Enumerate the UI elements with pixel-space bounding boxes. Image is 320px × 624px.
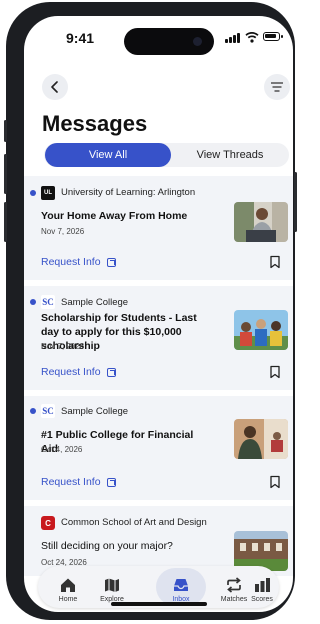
status-bar: 9:41 xyxy=(24,16,293,60)
side-button xyxy=(4,120,7,142)
wifi-icon xyxy=(245,32,259,43)
screen: 9:41 Messages View All View Threads UL U… xyxy=(24,16,293,612)
sender-logo: SC xyxy=(41,295,55,309)
menu-lines-icon xyxy=(271,82,283,92)
unread-dot xyxy=(30,190,36,196)
tab-label: Home xyxy=(58,596,78,603)
dynamic-island xyxy=(124,28,214,55)
chevron-left-icon xyxy=(51,81,58,93)
request-info-label: Request Info xyxy=(41,256,101,268)
phone-frame: 9:41 Messages View All View Threads UL U… xyxy=(4,2,297,620)
external-link-icon xyxy=(106,477,116,487)
sender-name: Sample College xyxy=(61,406,129,417)
sender-logo: C xyxy=(41,516,55,530)
volume-down-button xyxy=(4,202,7,242)
message-card[interactable]: SC Sample College Scholarship for Studen… xyxy=(24,286,293,390)
house-icon xyxy=(61,578,75,592)
sender-name: Common School of Art and Design xyxy=(61,517,207,528)
message-date: Nov 7, 2026 xyxy=(41,227,85,236)
home-indicator xyxy=(111,602,207,606)
message-list: UL University of Learning: Arlington You… xyxy=(24,176,293,576)
sender-logo: SC xyxy=(41,404,55,418)
sender-logo: UL xyxy=(41,186,55,200)
unread-dot xyxy=(30,299,36,305)
request-info-link[interactable]: Request Info xyxy=(41,476,116,488)
cellular-signal-icon xyxy=(225,33,241,43)
view-segmented-control: View All View Threads xyxy=(44,143,289,167)
map-icon xyxy=(105,578,119,592)
view-threads-tab[interactable]: View Threads xyxy=(172,143,288,167)
status-time: 9:41 xyxy=(66,30,95,46)
bookmark-icon[interactable] xyxy=(268,365,282,379)
bookmark-icon[interactable] xyxy=(268,475,282,489)
message-thumbnail xyxy=(234,202,288,242)
external-link-icon xyxy=(106,367,116,377)
filter-menu-button[interactable] xyxy=(264,74,290,100)
request-info-link[interactable]: Request Info xyxy=(41,366,116,378)
message-card[interactable]: UL University of Learning: Arlington You… xyxy=(24,176,293,280)
message-date: Oct 4, 2026 xyxy=(41,445,83,454)
message-title: Your Home Away From Home xyxy=(41,210,188,222)
message-date: Nov 7, 2026 xyxy=(41,342,85,351)
bookmark-icon[interactable] xyxy=(268,255,282,269)
message-thumbnail xyxy=(234,419,288,459)
battery-icon xyxy=(263,32,283,41)
page-title: Messages xyxy=(42,111,148,136)
request-info-link[interactable]: Request Info xyxy=(41,256,116,268)
tab-scores[interactable]: Scores xyxy=(244,566,280,608)
back-button[interactable] xyxy=(42,74,68,100)
power-button xyxy=(294,172,297,232)
request-info-label: Request Info xyxy=(41,476,101,488)
request-info-label: Request Info xyxy=(41,366,101,378)
tab-home[interactable]: Home xyxy=(46,566,90,608)
message-card[interactable]: SC Sample College #1 Public College for … xyxy=(24,396,293,500)
sender-name: University of Learning: Arlington xyxy=(61,187,196,198)
sender-name: Sample College xyxy=(61,297,129,308)
message-title: Still deciding on your major? xyxy=(41,540,173,552)
volume-up-button xyxy=(4,154,7,194)
inbox-icon xyxy=(174,579,188,591)
tab-label: Scores xyxy=(251,596,273,603)
unread-dot xyxy=(30,408,36,414)
message-thumbnail xyxy=(234,310,288,350)
message-thumbnail xyxy=(234,531,288,571)
bar-chart-icon xyxy=(255,578,270,592)
view-all-tab[interactable]: View All xyxy=(45,143,171,167)
external-link-icon xyxy=(106,257,116,267)
repeat-icon xyxy=(227,577,241,593)
